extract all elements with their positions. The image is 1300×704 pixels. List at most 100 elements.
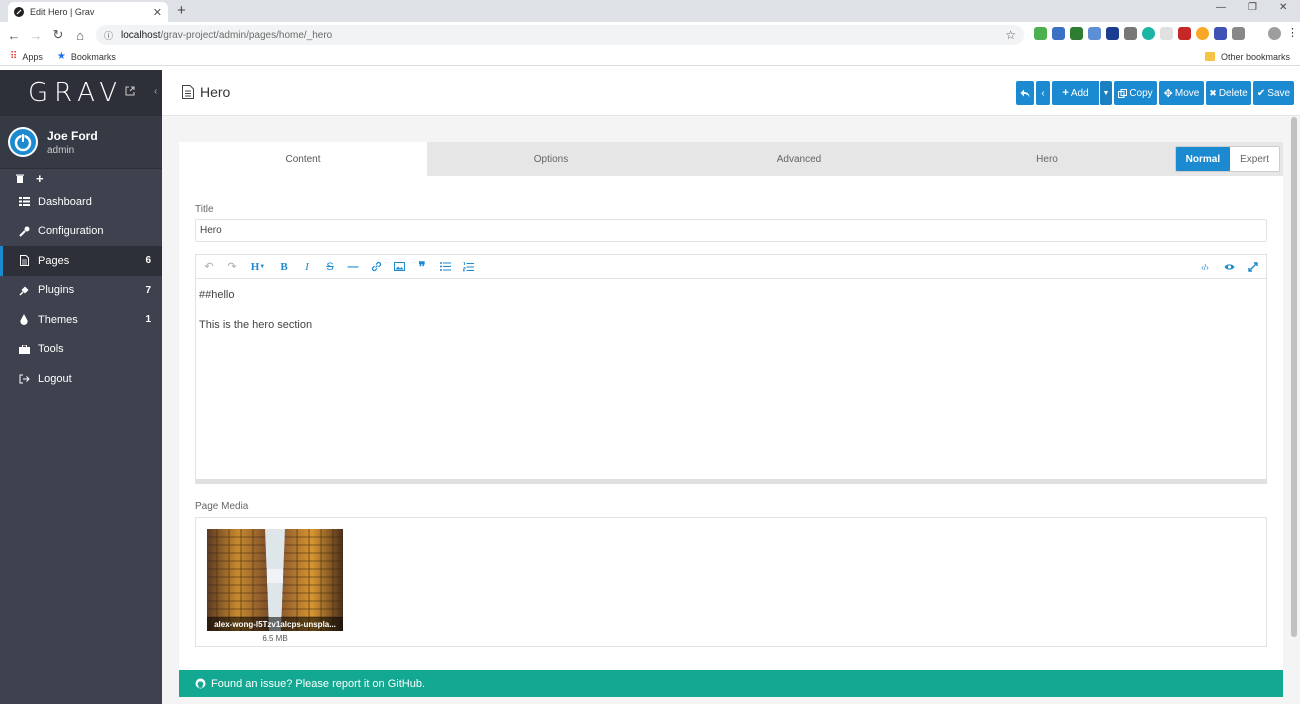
back-icon[interactable]: ← [5,26,23,44]
forward-icon[interactable]: → [27,26,45,44]
tab-close-icon[interactable]: ✕ [153,6,162,19]
save-button-label: Save [1267,87,1291,99]
browser-menu-icon[interactable]: ⋮ [1286,27,1299,40]
restore-icon[interactable]: ❐ [1248,2,1257,13]
redo-icon[interactable]: ↷ [225,260,239,274]
grav-logo[interactable]: GRAV [28,78,123,108]
info-icon[interactable]: ⓘ [104,29,113,42]
home-icon[interactable]: ⌂ [71,26,89,44]
previous-page-button[interactable]: ‹ [1036,81,1050,105]
page-scrollbar[interactable] [1291,117,1297,637]
extension-icon[interactable] [1070,27,1083,40]
external-link-icon[interactable] [125,86,135,96]
minimize-icon[interactable]: — [1216,2,1226,13]
user-profile[interactable]: Joe Ford admin [0,116,162,169]
sidebar-item-pages[interactable]: Pages 6 [0,246,162,276]
extension-icon[interactable] [1106,27,1119,40]
bookmarks-bar: ⠿ Apps ★ Bookmarks Other bookmarks [0,48,1300,66]
tab-options[interactable]: Options [427,142,675,176]
reply-icon [1020,89,1030,97]
blockquote-icon[interactable]: ❞ [415,259,429,274]
copy-button-label: Copy [1129,87,1153,99]
tab-content[interactable]: Content [179,142,427,176]
dashboard-icon [18,197,30,207]
add-button-label: Add [1070,87,1089,99]
undo-icon[interactable]: ↶ [202,260,216,274]
sidebar-item-configuration[interactable]: Configuration [0,217,162,247]
ordered-list-icon[interactable] [461,260,475,274]
title-input[interactable]: Hero [195,219,1267,242]
image-icon[interactable] [392,260,406,274]
page-media-dropzone[interactable]: alex-wong-l5Tzv1alcps-unspla... 6.5 MB [195,517,1267,647]
new-tab-icon[interactable]: + [177,2,186,19]
italic-icon[interactable]: I [300,260,314,274]
bookmark-star-icon[interactable]: ☆ [1005,28,1016,42]
admin-sidebar: GRAV ‹ Joe Ford admin + Dashboard Config… [0,70,162,704]
tab-hero[interactable]: Hero [923,142,1171,176]
sidebar-item-themes[interactable]: Themes 1 [0,305,162,335]
report-issue-bar[interactable]: Found an issue? Please report it on GitH… [179,670,1283,697]
preview-eye-icon[interactable] [1222,260,1236,274]
grav-favicon-icon [14,7,24,17]
back-to-pages-button[interactable] [1016,81,1034,105]
trash-icon[interactable] [16,174,24,183]
other-bookmarks[interactable]: Other bookmarks [1221,52,1290,62]
editor-toolbar: ↶ ↷ H ▼ B I S — ❞ ‹/› [196,255,1266,279]
horizontal-rule-icon[interactable]: — [346,260,360,274]
profile-avatar[interactable] [1268,27,1281,40]
beta-extension-icon[interactable] [1232,27,1245,40]
add-dropdown-button[interactable]: ▼ [1100,81,1112,105]
editing-mode-toggle: Normal Expert [1174,146,1280,172]
normal-mode-button[interactable]: Normal [1175,147,1231,171]
extension-icon[interactable] [1142,27,1155,40]
sidebar-item-label: Logout [38,372,72,385]
unordered-list-icon[interactable] [438,260,452,274]
page-edit-panel: Content Options Advanced Hero Normal Exp… [179,142,1283,670]
expert-mode-button[interactable]: Expert [1230,147,1279,171]
fullscreen-expand-icon[interactable] [1246,260,1260,274]
add-button[interactable]: + Add [1052,81,1099,105]
add-page-icon[interactable]: + [36,171,44,186]
sidebar-item-label: Plugins [38,284,75,297]
editor-resize-handle[interactable] [196,479,1266,483]
plug-icon [18,285,30,296]
extension-icon[interactable] [1088,27,1101,40]
url-field[interactable]: ⓘ localhost /grav-project/admin/pages/ho… [96,25,1024,45]
window-close-icon[interactable]: ✕ [1279,2,1287,13]
bookmark-bookmarks[interactable]: Bookmarks [71,52,116,62]
sidebar-item-logout[interactable]: Logout [0,364,162,394]
copy-button[interactable]: Copy [1114,81,1157,105]
page-title: Hero [200,84,231,100]
browser-tab[interactable]: Edit Hero | Grav ✕ [8,2,168,22]
extension-icon[interactable] [1178,27,1191,40]
extension-icon[interactable] [1052,27,1065,40]
editor-text-area[interactable]: ##hello This is the hero section [196,279,1266,342]
sidebar-item-plugins[interactable]: Plugins 7 [0,276,162,306]
folder-icon [1204,52,1215,61]
move-button[interactable]: ✥ Move [1159,81,1204,105]
bookmarks-star-icon: ★ [56,51,66,62]
delete-button[interactable]: ✖ Delete [1206,81,1251,105]
bold-icon[interactable]: B [277,260,291,274]
save-button[interactable]: ✔ Save [1253,81,1294,105]
strikethrough-icon[interactable]: S [323,260,337,274]
media-thumbnail[interactable]: alex-wong-l5Tzv1alcps-unspla... [207,529,343,631]
reload-icon[interactable]: ↻ [49,26,67,44]
building-photo-image [207,529,343,631]
extension-icon[interactable] [1196,27,1209,40]
collapse-sidebar-icon[interactable]: ‹ [154,86,157,97]
extension-icon[interactable] [1214,27,1227,40]
sidebar-item-dashboard[interactable]: Dashboard [0,187,162,217]
heading-dropdown-icon[interactable]: H ▼ [248,260,268,274]
camera-extension-icon[interactable] [1124,27,1137,40]
browser-tab-title: Edit Hero | Grav [30,7,95,17]
tab-advanced[interactable]: Advanced [675,142,923,176]
editor-line: ##hello [199,289,235,301]
extension-icon[interactable] [1034,27,1047,40]
extension-icon[interactable] [1160,27,1173,40]
bookmark-apps[interactable]: Apps [22,52,43,62]
code-view-icon[interactable]: ‹/› [1198,260,1212,274]
link-icon[interactable] [369,260,383,274]
extension-spacer [1250,27,1263,40]
sidebar-item-tools[interactable]: Tools [0,335,162,365]
